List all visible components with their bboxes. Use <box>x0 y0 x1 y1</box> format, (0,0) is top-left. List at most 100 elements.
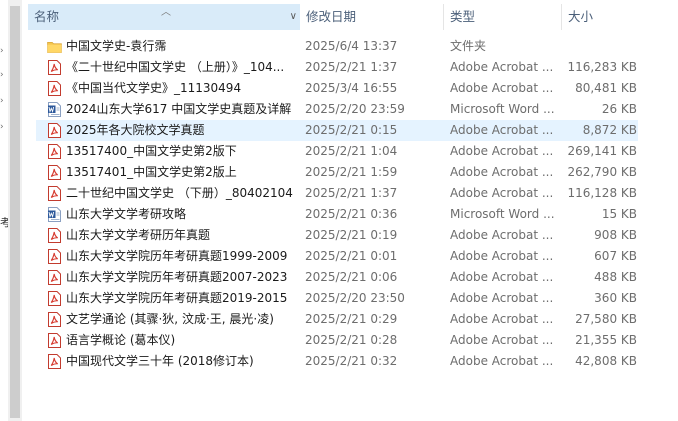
file-type: Adobe Acrobat ... <box>450 249 554 263</box>
word-icon <box>47 207 62 222</box>
column-header-name[interactable]: 名称 ︿ ∨ <box>28 4 300 30</box>
file-date: 2025/2/21 1:59 <box>305 165 398 179</box>
file-name: 《二十世纪中国文学史 （上册）》_104... <box>66 60 285 74</box>
file-date: 2025/2/21 0:32 <box>305 354 398 368</box>
file-type: Microsoft Word ... <box>450 207 555 221</box>
chevron-down-icon[interactable]: ∨ <box>290 4 297 30</box>
pdf-icon <box>47 165 62 180</box>
file-date: 2025/2/21 0:01 <box>305 249 398 263</box>
file-size: 262,790 KB <box>567 165 637 179</box>
pdf-icon <box>47 291 62 306</box>
file-name: 文艺学通论 (其骤·狄, 汶成·王, 晨光·凌) <box>66 312 274 326</box>
chevron-right-icon[interactable]: › <box>0 46 6 56</box>
file-name: 山东大学文学考研攻略 <box>66 207 187 221</box>
column-header-date[interactable]: 修改日期 <box>300 4 444 30</box>
file-size: 15 KB <box>601 207 637 221</box>
column-header-size-label: 大小 <box>568 9 594 24</box>
file-size: 269,141 KB <box>567 144 637 158</box>
pdf-icon <box>47 249 62 264</box>
file-row[interactable]: 山东大学文学院历年考研真题2019-2015 2025/2/20 23:50 Ado… <box>40 288 678 309</box>
nav-cut-text: 考 <box>0 216 8 229</box>
column-header-type[interactable]: 类型 <box>444 4 562 30</box>
file-size: 607 KB <box>594 249 637 263</box>
file-size: 27,580 KB <box>575 312 637 326</box>
column-header-date-label: 修改日期 <box>306 9 357 24</box>
file-date: 2025/2/21 0:06 <box>305 270 398 284</box>
pdf-icon <box>47 81 62 96</box>
file-size: 488 KB <box>594 270 637 284</box>
file-date: 2025/2/21 1:04 <box>305 144 398 158</box>
file-type: Adobe Acrobat ... <box>450 291 554 305</box>
pdf-icon <box>47 144 62 159</box>
file-type: Adobe Acrobat ... <box>450 123 554 137</box>
file-date: 2025/2/21 0:29 <box>305 312 398 326</box>
file-date: 2025/2/21 0:15 <box>305 123 398 137</box>
file-name: 语言学概论 (葛本仪) <box>66 333 176 347</box>
file-row[interactable]: 山东大学文学院历年考研真题1999-2009 2025/2/21 0:01 Adob… <box>40 246 678 267</box>
file-row[interactable]: 13517401_中国文学史第2版上 2025/2/21 1:59 Adobe Ac… <box>40 162 678 183</box>
file-size: 116,283 KB <box>567 60 637 74</box>
file-name: 中国现代文学三十年 (2018修订本) <box>66 354 254 368</box>
file-name: 《中国当代文学史》_11130494 <box>66 81 242 95</box>
file-row[interactable]: 中国文学史-袁行霈 2025/6/4 13:37 文件夹 <box>40 36 678 57</box>
file-type: Adobe Acrobat ... <box>450 270 554 284</box>
pdf-icon <box>47 228 62 243</box>
file-row[interactable]: 文艺学通论 (其骤·狄, 汶成·王, 晨光·凌) 2025/2/21 0:29 Ad… <box>40 309 678 330</box>
file-date: 2025/2/20 23:59 <box>305 102 405 116</box>
chevron-right-icon[interactable]: › <box>0 70 6 80</box>
file-type: Adobe Acrobat ... <box>450 312 554 326</box>
file-type: Adobe Acrobat ... <box>450 333 554 347</box>
file-date: 2025/3/4 16:55 <box>305 81 398 95</box>
file-row[interactable]: 中国现代文学三十年 (2018修订本) 2025/2/21 0:32 Adobe A… <box>40 351 678 372</box>
file-row[interactable]: 山东大学文学考研攻略 2025/2/21 0:36 Microsoft Word .… <box>40 204 678 225</box>
column-header-type-label: 类型 <box>450 9 476 24</box>
file-name: 13517401_中国文学史第2版上 <box>66 165 237 179</box>
file-row[interactable]: 山东大学文学院历年考研真题2007-2023 2025/2/21 0:06 Adob… <box>40 267 678 288</box>
word-icon <box>47 102 62 117</box>
pdf-icon <box>47 354 62 369</box>
column-header-size[interactable]: 大小 <box>562 4 642 30</box>
chevron-right-icon[interactable]: › <box>0 122 6 132</box>
file-name: 山东大学文学院历年考研真题2007-2023 <box>66 270 288 284</box>
pdf-icon <box>47 186 62 201</box>
file-type: Adobe Acrobat ... <box>450 165 554 179</box>
file-row[interactable]: 山东大学文学考研历年真题 2025/2/21 0:19 Adobe Acrobat … <box>40 225 678 246</box>
file-size: 8,872 KB <box>582 123 637 137</box>
vertical-scrollbar-thumb[interactable] <box>10 6 20 418</box>
file-row[interactable]: 2025年各大院校文学真题 2025/2/21 0:15 Adobe Acrobat… <box>36 120 678 141</box>
file-date: 2025/2/21 1:37 <box>305 186 398 200</box>
pdf-icon <box>47 270 62 285</box>
file-name: 13517400_中国文学史第2版下 <box>66 144 237 158</box>
file-size: 42,808 KB <box>575 354 637 368</box>
file-type: Microsoft Word ... <box>450 102 555 116</box>
file-date: 2025/2/21 0:19 <box>305 228 398 242</box>
file-row[interactable]: 13517400_中国文学史第2版下 2025/2/21 1:04 Adobe Ac… <box>40 141 678 162</box>
chevron-right-icon[interactable]: › <box>0 96 6 106</box>
file-name: 中国文学史-袁行霈 <box>66 39 167 53</box>
folder-icon <box>47 39 62 54</box>
file-type: Adobe Acrobat ... <box>450 81 554 95</box>
file-row[interactable]: 《二十世纪中国文学史 （上册）》_104... 2025/2/21 1:37 Ado… <box>40 57 678 78</box>
file-name: 山东大学文学院历年考研真题2019-2015 <box>66 291 288 305</box>
file-name: 二十世纪中国文学史 （下册）_80402104 <box>66 186 293 200</box>
file-row[interactable]: 《中国当代文学史》_11130494 2025/3/4 16:55 Adobe Ac… <box>40 78 678 99</box>
column-header-bar: 名称 ︿ ∨ 修改日期 类型 大小 <box>28 4 678 30</box>
file-type: Adobe Acrobat ... <box>450 354 554 368</box>
file-name: 山东大学文学院历年考研真题1999-2009 <box>66 249 288 263</box>
file-date: 2025/2/21 1:37 <box>305 60 398 74</box>
file-row[interactable]: 二十世纪中国文学史 （下册）_80402104 2025/2/21 1:37 Ado… <box>40 183 678 204</box>
file-type: 文件夹 <box>450 39 487 53</box>
file-size: 360 KB <box>594 291 637 305</box>
pdf-icon <box>47 60 62 75</box>
pdf-icon <box>47 123 62 138</box>
file-name: 山东大学文学考研历年真题 <box>66 228 211 242</box>
file-row[interactable]: 2024山东大学617 中国文学史真题及详解 2025/2/20 23:59 Mic… <box>40 99 678 120</box>
file-date: 2025/6/4 13:37 <box>305 39 398 53</box>
file-date: 2025/2/21 0:36 <box>305 207 398 221</box>
file-row[interactable]: 语言学概论 (葛本仪) 2025/2/21 0:28 Adobe Acrobat .… <box>40 330 678 351</box>
file-type: Adobe Acrobat ... <box>450 228 554 242</box>
sort-ascending-icon: ︿ <box>161 7 171 18</box>
file-size: 21,355 KB <box>575 333 637 347</box>
file-date: 2025/2/20 23:50 <box>305 291 405 305</box>
file-name: 2024山东大学617 中国文学史真题及详解 <box>66 102 292 116</box>
